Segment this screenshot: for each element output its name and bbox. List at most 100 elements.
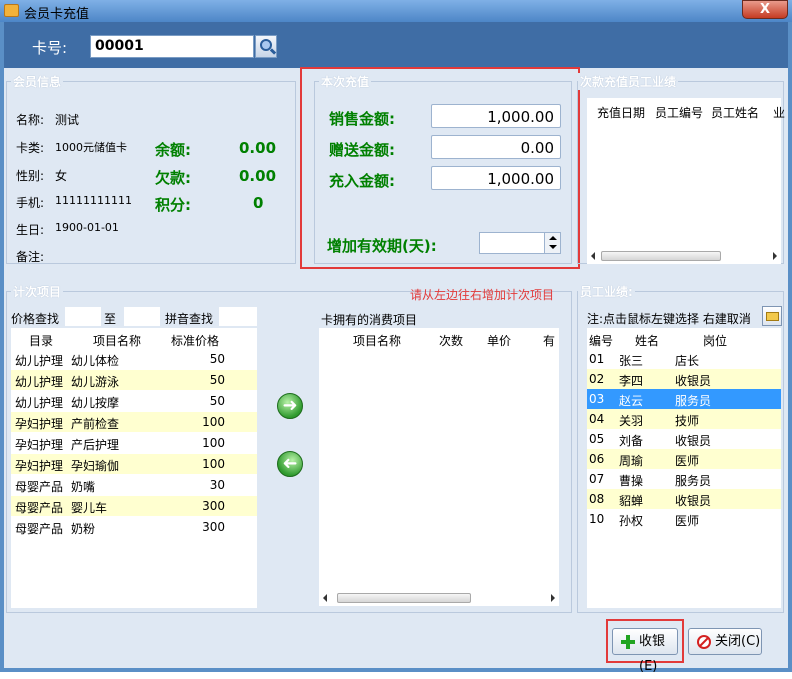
employee-row[interactable]: 02 李四 收银员 [587, 369, 781, 389]
folder-icon [766, 312, 779, 321]
item-row[interactable]: 孕妇护理 孕妇瑜伽 100 [11, 454, 257, 474]
item-row[interactable]: 母婴产品 奶粉 300 [11, 517, 257, 537]
employee-role: 收银员 [675, 434, 712, 448]
remove-item-button[interactable]: ➜ [277, 451, 303, 477]
card-item-list[interactable]: 卡拥有的消费项目 项目名称 次数 单价 有 [319, 313, 559, 590]
scroll-thumb[interactable] [337, 593, 471, 603]
staff-perf-list[interactable]: 充值日期 员工编号 员工姓名 业 [587, 98, 785, 248]
item-col-cat[interactable]: 目录 [29, 332, 53, 349]
member-phone-label: 手机: [16, 196, 45, 210]
member-birthday-value: 1900-01-01 [55, 221, 119, 234]
item-name: 产前检查 [71, 417, 120, 431]
member-type-label: 卡类: [16, 141, 45, 155]
staff-col-id[interactable]: 员工编号 [655, 104, 703, 121]
item-cat: 母婴产品 [15, 522, 64, 536]
card-col-name[interactable]: 项目名称 [353, 332, 401, 349]
item-price: 100 [202, 457, 225, 471]
employee-row[interactable]: 04 关羽 技师 [587, 409, 781, 429]
emp-col-name[interactable]: 姓名 [635, 332, 659, 349]
item-row[interactable]: 孕妇护理 产后护理 100 [11, 433, 257, 453]
item-price: 100 [202, 436, 225, 450]
title-bar[interactable]: 会员卡充值 X [0, 0, 792, 22]
item-cat: 幼儿护理 [15, 354, 64, 368]
emp-col-id[interactable]: 编号 [589, 332, 613, 349]
scroll-right-icon[interactable] [551, 594, 555, 602]
recharge-window: 会员卡充值 X 卡号: 00001 会员信息 名称: 测试 卡类: 1000元储… [0, 0, 792, 674]
item-cat: 幼儿护理 [15, 396, 64, 410]
card-col-valid[interactable]: 有 [543, 332, 555, 349]
employee-name: 刘备 [619, 434, 644, 448]
employee-role: 收银员 [675, 494, 712, 508]
employee-tool-button[interactable] [762, 306, 782, 326]
employee-row[interactable]: 10 孙权 医师 [587, 509, 781, 529]
item-col-name[interactable]: 项目名称 [93, 332, 141, 349]
item-name: 奶嘴 [71, 480, 96, 494]
emp-col-role[interactable]: 岗位 [703, 332, 727, 349]
items-title: 计次项目 [11, 283, 64, 300]
card-label: 卡号: [32, 39, 68, 57]
item-row[interactable]: 母婴产品 奶嘴 30 [11, 475, 257, 495]
item-list[interactable]: 目录 项目名称 标准价格 幼儿护理 幼儿体检 50 幼儿护理 幼儿游泳 50 幼儿护理 幼儿按… [11, 328, 257, 608]
scroll-left-icon[interactable] [591, 252, 595, 260]
card-col-price[interactable]: 单价 [487, 332, 511, 349]
staff-perf-hscroll[interactable] [587, 248, 781, 264]
add-item-button[interactable]: ➜ [277, 393, 303, 419]
item-cat: 孕妇护理 [15, 417, 64, 431]
employee-id: 10 [589, 512, 605, 526]
client-area: 卡号: 00001 会员信息 名称: 测试 卡类: 1000元储值卡 性别: 女… [4, 22, 788, 674]
employee-row[interactable]: 01 张三 店长 [587, 349, 781, 369]
item-row[interactable]: 幼儿护理 幼儿按摩 50 [11, 391, 257, 411]
employee-role: 服务员 [675, 394, 712, 408]
scroll-thumb[interactable] [601, 251, 721, 261]
item-row[interactable]: 幼儿护理 幼儿体检 50 [11, 349, 257, 369]
item-row[interactable]: 母婴产品 婴儿车 300 [11, 496, 257, 516]
scroll-left-icon[interactable] [323, 594, 327, 602]
card-col-count[interactable]: 次数 [439, 332, 463, 349]
balance-value: 0.00 [239, 139, 277, 157]
card-item-hscroll[interactable] [319, 590, 559, 606]
employee-row[interactable]: 05 刘备 收银员 [587, 429, 781, 449]
member-info-group: 会员信息 名称: 测试 卡类: 1000元储值卡 性别: 女 手机: 11111… [6, 73, 296, 264]
card-search-button[interactable] [255, 35, 277, 58]
item-col-price[interactable]: 标准价格 [171, 332, 219, 349]
staff-col-name[interactable]: 员工姓名 [711, 104, 759, 121]
window-close-button[interactable]: X [742, 0, 788, 19]
debt-value: 0.00 [239, 167, 277, 185]
item-name: 幼儿体检 [71, 354, 120, 368]
item-name: 幼儿游泳 [71, 375, 120, 389]
employee-hint: 注:点击鼠标左键选择 右建取消 [587, 312, 751, 326]
employee-name: 赵云 [619, 394, 644, 408]
employee-row[interactable]: 08 貂蝉 收银员 [587, 489, 781, 509]
employee-name: 张三 [619, 354, 644, 368]
staff-col-perf[interactable]: 业 [773, 104, 785, 121]
scroll-right-icon[interactable] [773, 252, 777, 260]
item-cat: 母婴产品 [15, 501, 64, 515]
item-price: 50 [209, 352, 225, 366]
member-birthday-label: 生日: [16, 223, 45, 237]
employee-id: 07 [589, 472, 605, 486]
member-name-value: 测试 [55, 113, 80, 127]
debt-label: 欠款: [155, 169, 191, 187]
item-price: 50 [209, 373, 225, 387]
employee-list[interactable]: 编号 姓名 岗位 01 张三 店长 02 李四 收银员 03 赵云 服务员 04 关羽 技师 05 刘备收… [587, 328, 781, 608]
item-row[interactable]: 孕妇护理 产前检查 100 [11, 412, 257, 432]
price-from-input[interactable] [65, 307, 101, 326]
employee-row[interactable]: 07 曹操 服务员 [587, 469, 781, 489]
close-button[interactable]: 关闭(C) [688, 628, 762, 655]
checkout-button[interactable]: 收银(E) [612, 628, 678, 674]
app-icon [4, 4, 19, 17]
price-to-input[interactable] [124, 307, 160, 326]
item-price: 50 [209, 394, 225, 408]
points-label: 积分: [155, 196, 191, 214]
member-name-label: 名称: [16, 113, 45, 127]
employee-id: 08 [589, 492, 605, 506]
card-number-input[interactable]: 00001 [90, 35, 254, 58]
recharge-highlight [300, 67, 580, 269]
card-items-title: 卡拥有的消费项目 [321, 313, 418, 327]
employee-row[interactable]: 06 周瑜 医师 [587, 449, 781, 469]
pinyin-search-input[interactable] [219, 307, 257, 326]
employee-id: 02 [589, 372, 605, 386]
item-row[interactable]: 幼儿护理 幼儿游泳 50 [11, 370, 257, 390]
staff-col-date[interactable]: 充值日期 [597, 104, 645, 121]
employee-row[interactable]: 03 赵云 服务员 [587, 389, 781, 409]
